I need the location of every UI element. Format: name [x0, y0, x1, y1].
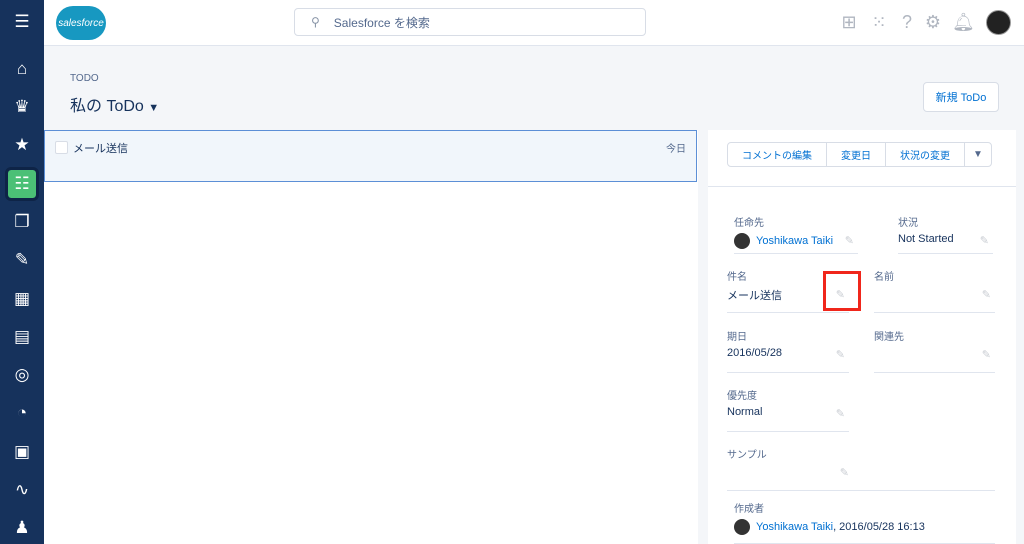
gauge-icon[interactable]: ◔	[8, 399, 36, 427]
field-label: 名前	[874, 272, 894, 283]
field-label: 作成者	[734, 504, 764, 515]
field-priority: 優先度 Normal ✎	[727, 387, 849, 432]
field-label: 件名	[727, 272, 747, 283]
home-icon[interactable]: ⌂	[8, 55, 36, 83]
divider	[708, 186, 1016, 187]
field-value: メール送信	[727, 290, 782, 302]
field-label: 優先度	[727, 391, 757, 402]
page-title: 私の ToDo	[70, 98, 144, 115]
change-status-button[interactable]: 状況の変更	[886, 143, 965, 166]
list-view-selector[interactable]: 私の ToDo ▼	[70, 92, 159, 116]
pencil-icon[interactable]: ✎	[836, 407, 845, 420]
field-related-to: 関連先 ✎	[874, 328, 995, 373]
field-created-by: 作成者 Yoshikawa Taiki, 2016/05/28 16:13	[734, 500, 995, 544]
avatar[interactable]	[986, 10, 1011, 35]
pencil-icon[interactable]: ✎	[982, 288, 991, 301]
task-subject[interactable]: メール送信	[73, 140, 128, 156]
search-placeholder: Salesforce を検索	[333, 15, 430, 30]
target-icon[interactable]: ◎	[8, 361, 36, 389]
field-value: Not Started	[898, 233, 954, 245]
app-launcher-icon[interactable]: ⁙	[869, 12, 889, 32]
field-name: 名前 ✎	[874, 268, 995, 313]
object-label: TODO	[70, 73, 99, 84]
field-status: 状況 Not Started ✎	[898, 214, 993, 254]
edit-comment-button[interactable]: コメントの編集	[728, 143, 827, 166]
field-due-date: 期日 2016/05/28 ✎	[727, 328, 849, 373]
pencil-icon[interactable]: ✎	[980, 234, 989, 247]
pencil-icon[interactable]: ✎	[840, 466, 849, 479]
search-input[interactable]: ⚲ Salesforce を検索	[294, 8, 646, 36]
person-star-icon[interactable]: ★	[8, 131, 36, 159]
highlight-box	[823, 271, 861, 311]
more-actions-chevron-icon[interactable]: ▼	[965, 143, 991, 166]
assignee-link[interactable]: Yoshikawa Taiki	[756, 235, 833, 247]
task-list: メール送信 今日	[44, 130, 698, 544]
task-detail-panel: コメントの編集 変更日 状況の変更 ▼ 任命先 Yoshikawa Taiki …	[708, 130, 1016, 544]
crown-icon[interactable]: ♛	[8, 93, 36, 121]
sidebar: ☰ ⌂ ♛ ★ ☷ ❐ ✎ ▦ ▤ ◎ ◔ ▣ ∿ ♟	[0, 0, 44, 544]
field-value: Normal	[727, 406, 763, 418]
gear-icon[interactable]: ⚙	[923, 12, 943, 32]
contact-card-icon[interactable]: ▤	[8, 323, 36, 351]
field-label: 任命先	[734, 218, 764, 229]
task-date: 今日	[666, 144, 686, 155]
pencil-icon[interactable]: ✎	[845, 234, 854, 247]
search-icon: ⚲	[311, 15, 320, 29]
field-label: サンプル	[727, 450, 767, 461]
change-date-button[interactable]: 変更日	[827, 143, 886, 166]
list-item[interactable]: メール送信 今日	[44, 130, 697, 182]
field-label: 状況	[898, 218, 918, 229]
chevron-down-icon[interactable]: ▼	[148, 102, 159, 114]
global-header: salesforce ⚲ Salesforce を検索 ⊞ ⁙ ? ⚙ 🔔︎	[44, 0, 1024, 46]
field-label: 関連先	[874, 332, 904, 343]
clipboard-icon[interactable]: ▣	[8, 438, 36, 466]
creator-link[interactable]: Yoshikawa Taiki	[756, 521, 833, 533]
pencil-icon[interactable]: ✎	[836, 348, 845, 361]
help-icon[interactable]: ?	[897, 12, 917, 32]
files-icon[interactable]: ❐	[8, 208, 36, 236]
created-datetime: , 2016/05/28 16:13	[833, 521, 925, 533]
building-icon[interactable]: ▦	[8, 285, 36, 313]
pencil-icon[interactable]: ✎	[982, 348, 991, 361]
people-icon[interactable]: ♟	[8, 514, 36, 542]
field-value: 2016/05/28	[727, 347, 783, 359]
add-icon[interactable]: ⊞	[839, 12, 859, 32]
tasks-icon[interactable]: ☷	[5, 167, 39, 201]
task-checkbox[interactable]	[55, 141, 68, 154]
notes-icon[interactable]: ✎	[8, 246, 36, 274]
field-assignee: 任命先 Yoshikawa Taiki ✎	[734, 214, 858, 254]
user-avatar	[734, 519, 750, 535]
menu-icon[interactable]: ☰	[8, 8, 36, 36]
salesforce-logo[interactable]: salesforce	[56, 6, 106, 40]
new-todo-button[interactable]: 新規 ToDo	[923, 82, 999, 112]
action-button-group: コメントの編集 変更日 状況の変更 ▼	[727, 142, 992, 167]
bell-icon[interactable]: 🔔︎	[952, 12, 975, 32]
user-avatar	[734, 233, 750, 249]
field-sample: サンプル ✎	[727, 446, 995, 491]
field-label: 期日	[727, 332, 747, 343]
pulse-icon[interactable]: ∿	[8, 476, 36, 504]
